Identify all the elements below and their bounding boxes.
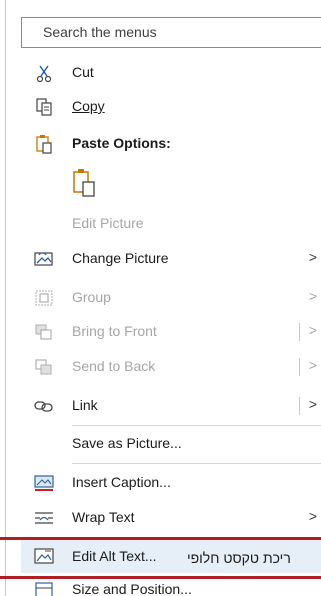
chevron-right-icon: > — [308, 288, 317, 304]
menu-item-label: Cut — [72, 64, 94, 80]
send-to-back-icon — [35, 359, 52, 375]
menu-item-link[interactable]: Link > — [21, 391, 321, 421]
annotation-hebrew-label: ריכת טקסט חלופי — [187, 550, 291, 566]
split-divider — [299, 323, 300, 341]
change-picture-icon — [34, 252, 53, 266]
menu-divider — [72, 463, 321, 464]
link-icon — [34, 401, 53, 412]
size-position-icon — [35, 582, 53, 596]
menu-item-cut[interactable]: Cut — [21, 58, 321, 88]
menu-item-label: Group — [72, 289, 111, 305]
group-icon — [35, 290, 53, 306]
menu-item-label: Insert Caption... — [72, 474, 171, 490]
menu-item-bring-to-front: Bring to Front > — [21, 317, 321, 347]
menu-item-label: Paste Options: — [72, 135, 171, 151]
context-menu: Search the menus Cut Copy Paste Options: — [5, 0, 321, 596]
menu-divider — [72, 425, 321, 426]
paste-picture-option-icon[interactable] — [72, 168, 96, 198]
menu-item-save-as-picture[interactable]: Save as Picture... — [21, 429, 321, 459]
copy-icon — [36, 98, 52, 116]
menu-item-group: Group > — [21, 283, 321, 313]
menu-item-label: Edit Picture — [72, 215, 144, 231]
menu-item-copy[interactable]: Copy — [21, 92, 321, 122]
menu-item-label: Save as Picture... — [72, 435, 182, 451]
menu-item-change-picture[interactable]: Change Picture > — [21, 244, 321, 274]
menu-item-label: Bring to Front — [72, 323, 157, 339]
split-divider — [299, 397, 300, 415]
chevron-right-icon: > — [308, 249, 317, 265]
menu-item-label: Size and Position... — [72, 581, 192, 596]
menu-item-wrap-text[interactable]: Wrap Text > — [21, 503, 321, 533]
menu-item-label: Change Picture — [72, 250, 169, 266]
menu-item-label: Wrap Text — [72, 509, 135, 525]
chevron-right-icon: > — [308, 396, 317, 412]
wrap-text-icon — [35, 512, 53, 524]
chevron-right-icon: > — [308, 508, 317, 524]
menu-item-label: Link — [72, 397, 98, 413]
insert-caption-icon — [34, 475, 54, 491]
menu-item-insert-caption[interactable]: Insert Caption... — [21, 468, 321, 498]
chevron-right-icon: > — [308, 322, 317, 338]
paste-icon — [36, 135, 52, 154]
menu-item-paste-options: Paste Options: — [21, 129, 321, 159]
menu-item-label: Copy — [72, 98, 105, 114]
menu-item-send-to-back: Send to Back > — [21, 352, 321, 382]
split-divider — [299, 358, 300, 376]
chevron-right-icon: > — [308, 357, 317, 373]
search-input[interactable]: Search the menus — [21, 17, 321, 48]
menu-item-size-and-position[interactable]: Size and Position... — [21, 578, 321, 596]
scissors-icon — [36, 65, 52, 83]
menu-item-edit-picture: Edit Picture — [21, 209, 321, 239]
menu-item-label: Send to Back — [72, 358, 156, 374]
bring-to-front-icon — [35, 324, 52, 340]
